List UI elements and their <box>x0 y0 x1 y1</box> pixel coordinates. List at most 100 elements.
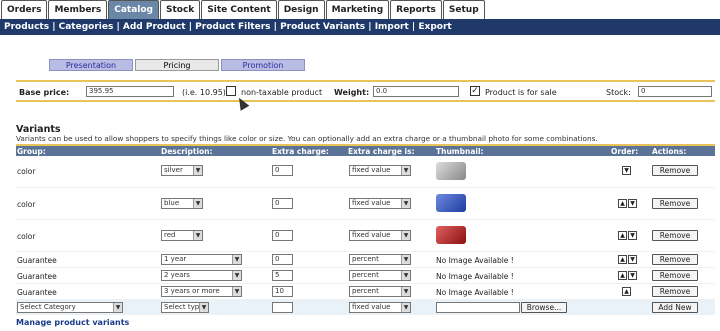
remove-button[interactable]: Remove <box>652 286 698 297</box>
move-down-icon[interactable]: ▼ <box>622 166 631 175</box>
extra-charge-input[interactable]: 0 <box>272 165 293 176</box>
for-sale-checkbox[interactable]: ✓ <box>470 86 480 96</box>
nav-tab-site-content[interactable]: Site Content <box>201 0 277 19</box>
extra-charge-type-select[interactable]: fixed value ▼ <box>349 230 411 241</box>
table-row: Guarantee 2 years ▼ 5 percent ▼ No Image A… <box>16 268 715 284</box>
table-row: color red ▼ 0 fixed value ▼ ▲ ▼ Remove <box>16 220 715 252</box>
nav-tab-reports[interactable]: Reports <box>390 0 442 19</box>
stock-input[interactable]: 0 <box>638 86 712 97</box>
subnav-add-product[interactable]: Add Product <box>123 22 186 32</box>
manage-variants-link[interactable]: Manage product variants <box>16 318 129 327</box>
chevron-down-icon: ▼ <box>401 271 410 280</box>
for-sale-label: Product is for sale <box>485 88 557 97</box>
description-select[interactable]: 3 years or more ▼ <box>161 286 242 297</box>
extra-charge-type-select[interactable]: fixed value ▼ <box>349 302 411 313</box>
extra-charge-type-select[interactable]: percent ▼ <box>349 254 411 265</box>
description-select[interactable]: 2 years ▼ <box>161 270 242 281</box>
subnav-import[interactable]: Import <box>375 22 409 32</box>
camera-red-thumbnail <box>436 226 466 244</box>
table-row: color blue ▼ 0 fixed value ▼ ▲ ▼ Remove <box>16 188 715 220</box>
nav-tab-members[interactable]: Members <box>48 0 108 19</box>
browse-button[interactable]: Browse... <box>521 302 567 313</box>
thumbnail-file-input[interactable] <box>436 302 520 313</box>
description-select[interactable]: 1 year ▼ <box>161 254 242 265</box>
row-group: color <box>17 232 36 241</box>
move-down-icon[interactable]: ▼ <box>628 199 637 208</box>
base-price-input[interactable]: 395.95 <box>86 86 174 97</box>
tab-presentation[interactable]: Presentation <box>49 59 133 71</box>
subnav-product-filters[interactable]: Product Filters <box>195 22 270 32</box>
base-price-label: Base price: <box>19 88 70 97</box>
variants-description: Variants can be used to allow shoppers t… <box>16 134 598 143</box>
extra-charge-input[interactable]: 0 <box>272 230 293 241</box>
nav-tab-design[interactable]: Design <box>277 0 325 19</box>
order-controls: ▲ ▼ <box>618 271 637 281</box>
subnav-product-variants[interactable]: Product Variants <box>280 22 365 32</box>
extra-charge-input[interactable]: 0 <box>272 254 293 265</box>
group-select[interactable]: Select Category ▼ <box>17 302 123 313</box>
non-taxable-checkbox[interactable] <box>226 86 236 96</box>
move-up-icon[interactable]: ▲ <box>618 271 627 280</box>
remove-button[interactable]: Remove <box>652 165 698 176</box>
row-group: color <box>17 200 36 209</box>
order-controls: ▼ <box>622 166 631 176</box>
move-down-icon[interactable]: ▼ <box>628 255 637 264</box>
nav-tab-catalog[interactable]: Catalog <box>108 0 159 19</box>
description-select[interactable]: blue ▼ <box>161 198 203 209</box>
extra-charge-type-select[interactable]: fixed value ▼ <box>349 198 411 209</box>
main-nav: Orders Members Catalog Stock Site Conten… <box>0 0 720 20</box>
chevron-down-icon: ▼ <box>401 303 410 312</box>
variants-table: Group: Description: Extra charge: Extra … <box>16 144 715 315</box>
sub-nav: Products | Categories | Add Product | Pr… <box>0 19 720 35</box>
move-up-icon[interactable]: ▲ <box>622 287 631 296</box>
col-extra-charge-is: Extra charge is: <box>348 147 415 156</box>
order-controls: ▲ ▼ <box>618 199 637 209</box>
col-group: Group: <box>17 147 46 156</box>
tab-promotion[interactable]: Promotion <box>221 59 305 71</box>
no-image-text: No Image Available ! <box>436 256 514 265</box>
move-up-icon[interactable]: ▲ <box>618 231 627 240</box>
subnav-categories[interactable]: Categories <box>59 22 114 32</box>
type-select[interactable]: Select type ▼ <box>161 302 209 313</box>
row-group: color <box>17 167 36 176</box>
extra-charge-type-select[interactable]: percent ▼ <box>349 270 411 281</box>
remove-button[interactable]: Remove <box>652 270 698 281</box>
move-up-icon[interactable]: ▲ <box>618 199 627 208</box>
extra-charge-input[interactable] <box>272 302 293 313</box>
extra-charge-type-select[interactable]: percent ▼ <box>349 286 411 297</box>
extra-charge-type-select[interactable]: fixed value ▼ <box>349 165 411 176</box>
remove-button[interactable]: Remove <box>652 254 698 265</box>
add-new-button[interactable]: Add New <box>652 302 698 313</box>
remove-button[interactable]: Remove <box>652 198 698 209</box>
move-down-icon[interactable]: ▼ <box>628 231 637 240</box>
nav-tab-setup[interactable]: Setup <box>442 0 485 19</box>
extra-charge-input[interactable]: 0 <box>272 198 293 209</box>
description-select[interactable]: red ▼ <box>161 230 203 241</box>
camera-silver-thumbnail <box>436 162 466 180</box>
col-thumbnail: Thumbnail: <box>436 147 484 156</box>
chevron-down-icon: ▼ <box>401 231 410 240</box>
move-down-icon[interactable]: ▼ <box>628 271 637 280</box>
nav-tab-marketing[interactable]: Marketing <box>325 0 390 19</box>
extra-charge-input[interactable]: 5 <box>272 270 293 281</box>
col-actions: Actions: <box>652 147 687 156</box>
nav-tab-stock[interactable]: Stock <box>159 0 201 19</box>
move-up-icon[interactable]: ▲ <box>618 255 627 264</box>
tab-pricing[interactable]: Pricing <box>135 59 219 71</box>
remove-button[interactable]: Remove <box>652 230 698 241</box>
nav-tab-orders[interactable]: Orders <box>1 0 48 19</box>
weight-label: Weight: <box>334 88 370 97</box>
table-row: Guarantee 3 years or more ▼ 10 percent ▼ N… <box>16 284 715 300</box>
order-controls: ▲ ▼ <box>618 255 637 265</box>
extra-charge-input[interactable]: 10 <box>272 286 293 297</box>
subnav-products[interactable]: Products <box>4 22 49 32</box>
weight-input[interactable]: 0.0 <box>373 86 459 97</box>
table-row: Guarantee 1 year ▼ 0 percent ▼ No Image Av… <box>16 252 715 268</box>
order-controls: ▲ <box>622 287 631 297</box>
subnav-export[interactable]: Export <box>418 22 451 32</box>
chevron-down-icon: ▼ <box>232 255 241 264</box>
product-tabs: Presentation Pricing Promotion <box>49 59 305 72</box>
description-select[interactable]: silver ▼ <box>161 165 203 176</box>
chevron-down-icon: ▼ <box>232 287 241 296</box>
col-extra-charge: Extra charge: <box>272 147 329 156</box>
